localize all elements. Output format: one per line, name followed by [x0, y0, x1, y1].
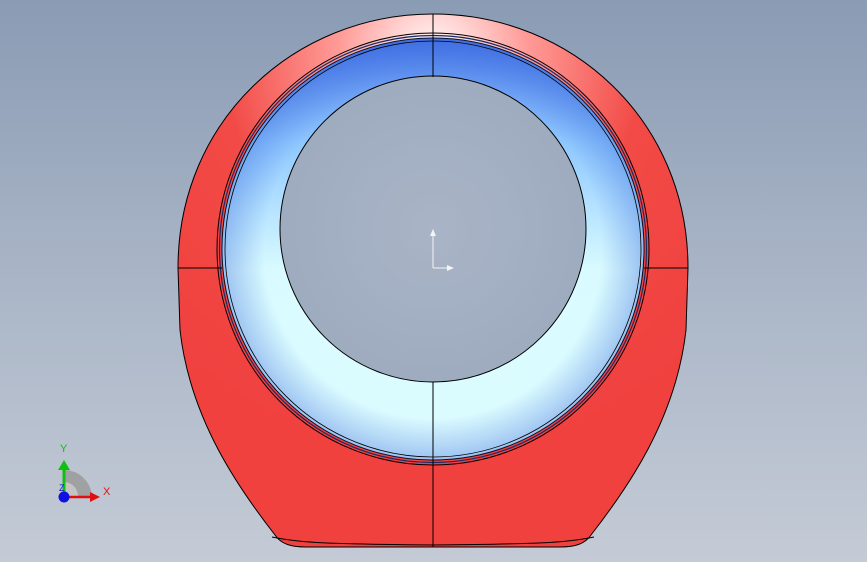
triad-y-label: Y [60, 443, 68, 455]
model-view[interactable] [0, 0, 867, 562]
axis-triad[interactable] [58, 460, 100, 503]
graphics-viewport[interactable]: Y X Z [0, 0, 867, 562]
triad-z-label: Z [59, 483, 65, 493]
triad-x-label: X [103, 486, 111, 498]
